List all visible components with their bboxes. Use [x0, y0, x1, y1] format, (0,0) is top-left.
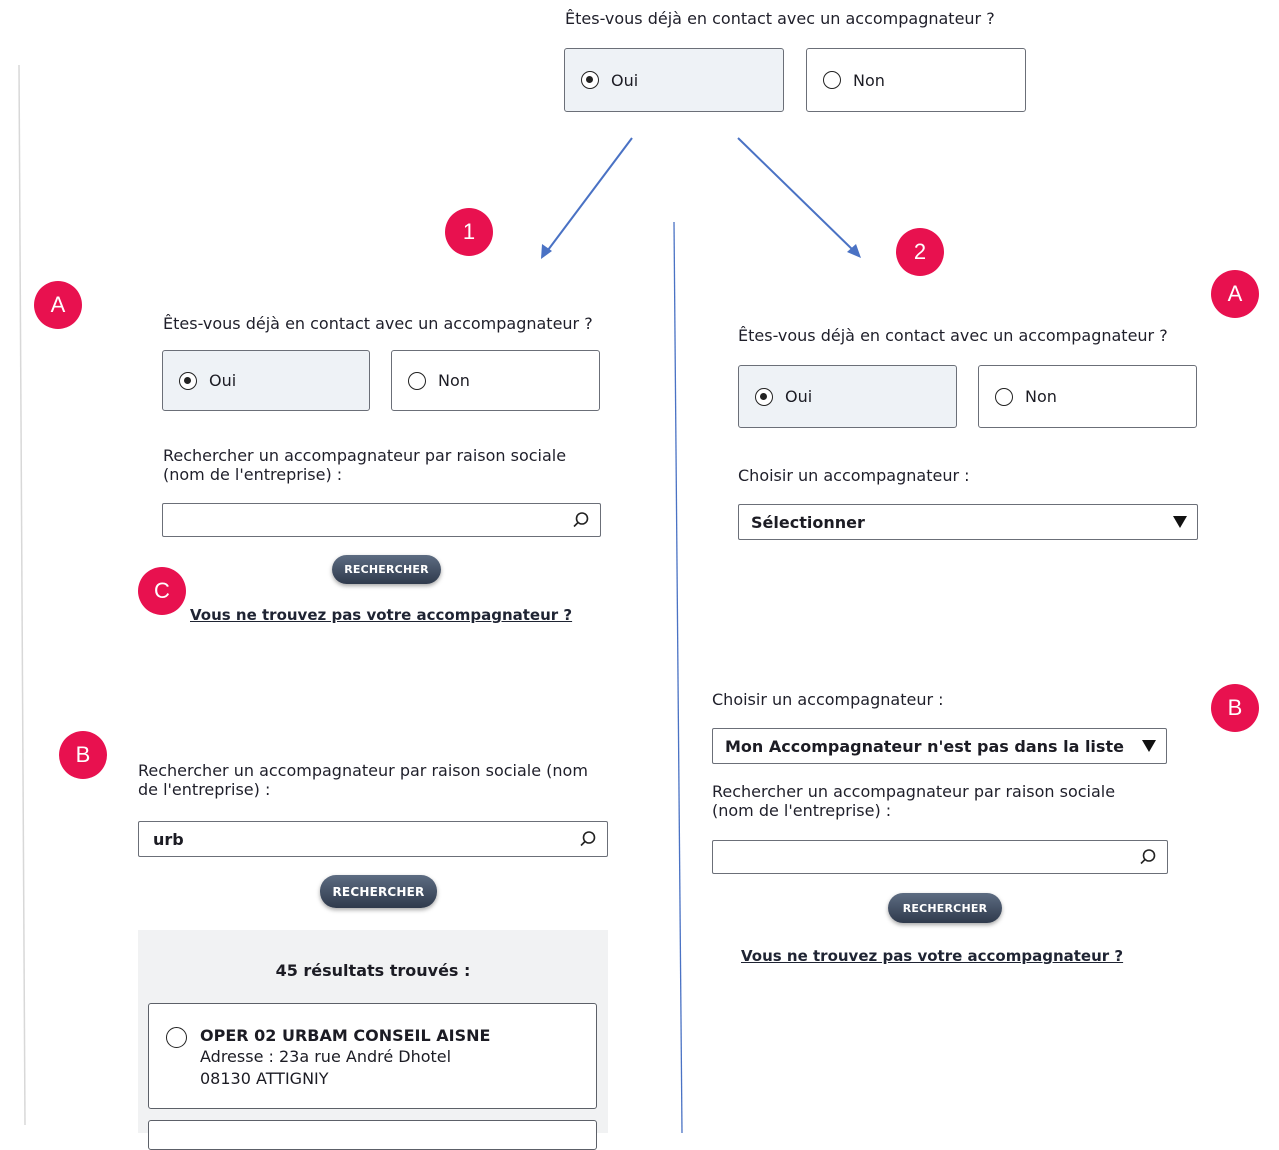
right-b-search-button[interactable]: RECHERCHER: [888, 893, 1002, 923]
radio-selected-icon: [755, 387, 773, 406]
badge-a-left: A: [34, 281, 82, 329]
badge-b-left: B: [59, 731, 107, 779]
right-a-choose-label: Choisir un accompagnateur :: [738, 466, 970, 485]
right-b-select[interactable]: Mon Accompagnateur n'est pas dans la lis…: [712, 728, 1167, 764]
left-b-search-label: Rechercher un accompagnateur par raison …: [138, 761, 588, 799]
option-label: Oui: [209, 371, 237, 390]
result-city: 08130 ATTIGNIY: [200, 1069, 329, 1088]
radio-unselected-icon: [823, 71, 841, 89]
right-b-search-label: Rechercher un accompagnateur par raison …: [712, 782, 1116, 820]
arrow-to-1: [544, 137, 633, 255]
badge-c: C: [138, 567, 186, 615]
top-option-oui[interactable]: Oui: [564, 48, 784, 112]
left-a-question: Êtes-vous déjà en contact avec un accomp…: [163, 314, 593, 333]
left-b-search-input[interactable]: urb: [138, 821, 608, 857]
right-a-option-oui[interactable]: Oui: [738, 365, 957, 428]
right-a-option-non[interactable]: Non: [978, 365, 1197, 428]
option-label: Non: [853, 70, 885, 90]
right-a-question: Êtes-vous déjà en contact avec un accomp…: [738, 326, 1168, 345]
divider-line: [673, 221, 683, 1133]
arrow-to-2: [737, 137, 856, 253]
right-b-not-found-link[interactable]: Vous ne trouvez pas votre accompagnateur…: [741, 947, 1123, 965]
radio-unselected-icon: [995, 387, 1013, 406]
badge-2: 2: [896, 228, 944, 276]
left-a-option-non[interactable]: Non: [391, 350, 600, 411]
results-panel: 45 résultats trouvés : OPER 02 URBAM CON…: [138, 930, 608, 1150]
search-icon[interactable]: [579, 830, 597, 848]
result-name: OPER 02 URBAM CONSEIL AISNE: [200, 1026, 491, 1045]
option-label: Non: [1025, 387, 1057, 406]
top-option-non[interactable]: Non: [806, 48, 1026, 112]
right-b-search-input[interactable]: [712, 840, 1168, 874]
option-label: Non: [438, 371, 470, 390]
radio-unselected-icon: [408, 371, 426, 390]
option-label: Oui: [785, 387, 813, 406]
radio-unselected-icon: [166, 1027, 187, 1048]
badge-b-right: B: [1211, 684, 1259, 732]
select-value: Sélectionner: [751, 512, 865, 532]
top-question: Êtes-vous déjà en contact avec un accomp…: [565, 9, 995, 28]
radio-selected-icon: [581, 71, 599, 89]
left-a-search-input[interactable]: [162, 503, 601, 537]
search-icon[interactable]: [572, 511, 590, 529]
left-a-option-oui[interactable]: Oui: [162, 350, 370, 411]
search-icon[interactable]: [1139, 848, 1157, 866]
select-value: Mon Accompagnateur n'est pas dans la lis…: [725, 736, 1124, 756]
results-count: 45 résultats trouvés :: [275, 961, 471, 980]
left-a-search-button[interactable]: RECHERCHER: [332, 555, 441, 584]
badge-1: 1: [445, 208, 493, 256]
arrowhead-2: [847, 244, 861, 258]
dropdown-caret-icon: [1142, 740, 1156, 752]
search-value: urb: [153, 829, 184, 849]
result-card-partial[interactable]: [148, 1120, 597, 1150]
left-a-search-label: Rechercher un accompagnateur par raison …: [163, 446, 567, 484]
arrowhead-1: [541, 244, 552, 259]
result-card[interactable]: OPER 02 URBAM CONSEIL AISNE Adresse : 23…: [148, 1003, 597, 1109]
option-label: Oui: [611, 70, 639, 90]
result-address: Adresse : 23a rue André Dhotel: [200, 1047, 452, 1066]
badge-a-right: A: [1211, 270, 1259, 318]
left-margin-line: [18, 64, 26, 1126]
radio-selected-icon: [179, 371, 197, 390]
left-b-search-button[interactable]: RECHERCHER: [320, 875, 437, 908]
right-b-choose-label: Choisir un accompagnateur :: [712, 690, 944, 709]
left-a-not-found-link[interactable]: Vous ne trouvez pas votre accompagnateur…: [190, 606, 572, 624]
right-a-select[interactable]: Sélectionner: [738, 504, 1198, 540]
dropdown-caret-icon: [1173, 516, 1187, 528]
